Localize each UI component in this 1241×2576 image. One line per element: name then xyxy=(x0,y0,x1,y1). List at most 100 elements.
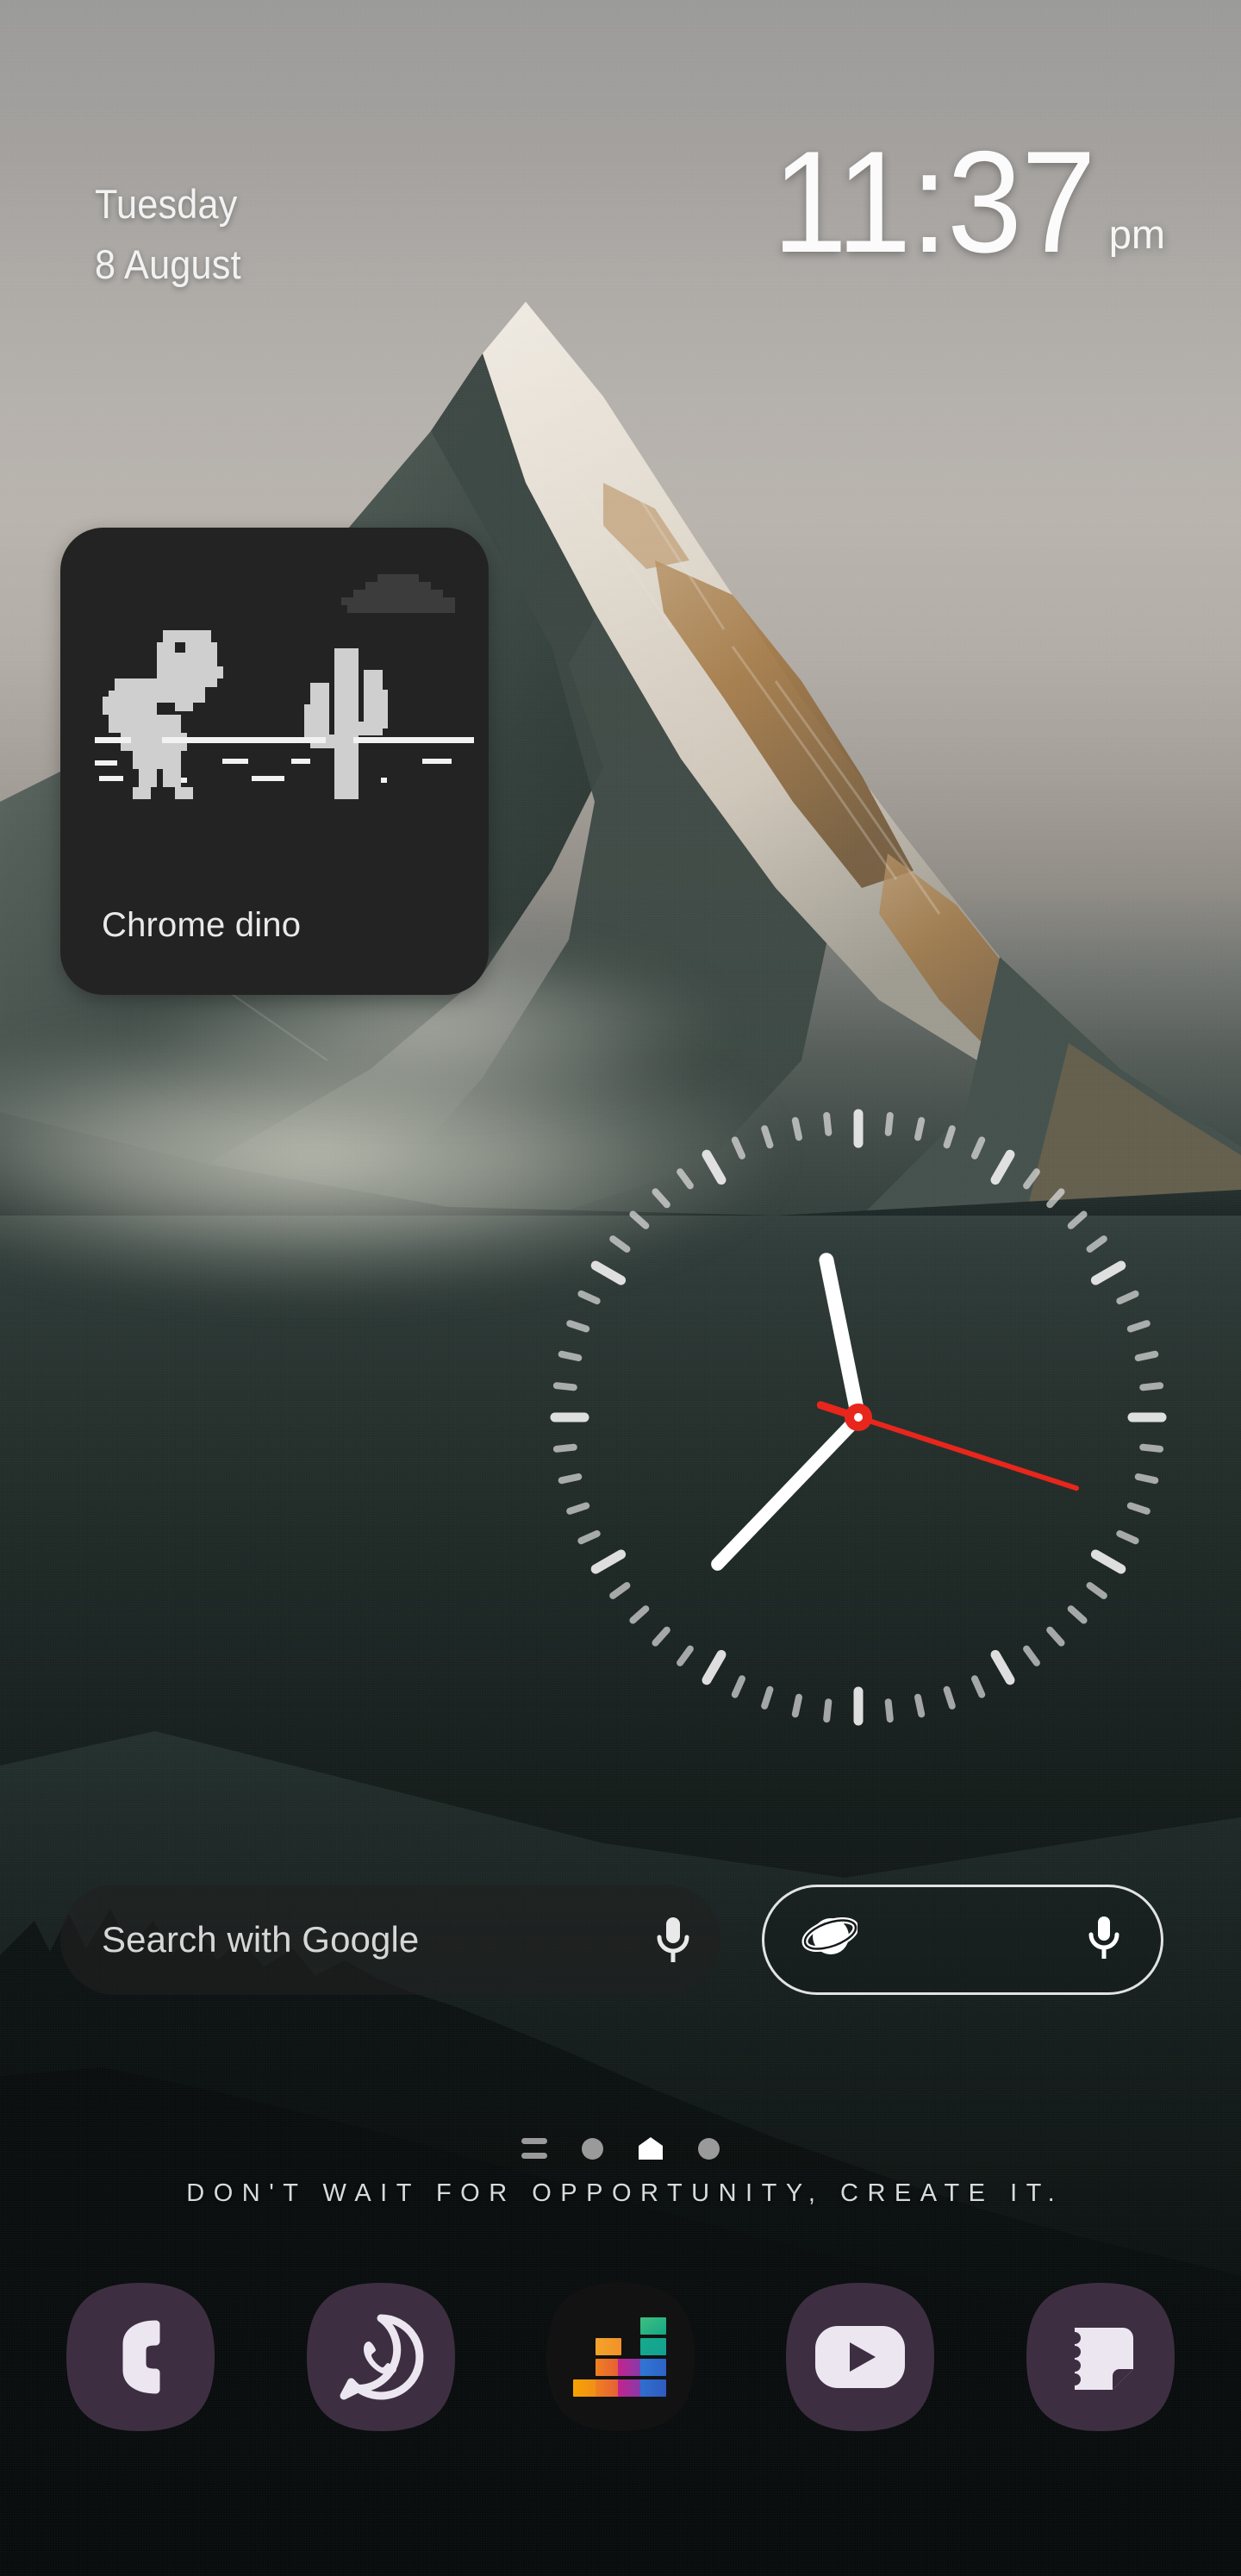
page-indicator-home-active[interactable] xyxy=(638,2135,664,2161)
clock-minute-tick xyxy=(1116,1290,1139,1304)
clock-minute-tick xyxy=(552,1382,577,1391)
clock-minute-tick xyxy=(566,1320,590,1333)
motivational-quote: DON'T WAIT FOR OPPORTUNITY, CREATE IT. xyxy=(186,2179,1064,2207)
clock-minute-tick xyxy=(558,1473,583,1485)
microphone-icon xyxy=(657,1917,689,1962)
analog-clock-widget[interactable] xyxy=(526,1085,1191,1750)
clock-hour-tick xyxy=(1090,1260,1126,1285)
dock-item-phone[interactable] xyxy=(65,2281,216,2433)
dock-item-whatsapp[interactable] xyxy=(305,2281,457,2433)
hour-hand xyxy=(819,1253,866,1425)
clock-minute-tick xyxy=(791,1116,802,1141)
page-indicator-dot-1[interactable] xyxy=(582,2137,603,2160)
home-icon xyxy=(639,2137,663,2160)
google-search-bar[interactable]: Search with Google xyxy=(60,1885,720,1995)
clock-minute-tick xyxy=(552,1443,577,1453)
clock-hour-tick xyxy=(590,1549,627,1574)
browser-mic-button[interactable] xyxy=(1087,1914,1121,1966)
search-input[interactable]: Search with Google xyxy=(102,1919,626,1960)
dino-eye xyxy=(175,642,185,653)
clock-hands xyxy=(711,1253,1079,1571)
page-indicator xyxy=(0,2128,1241,2169)
page-indicator-dot-2[interactable] xyxy=(698,2137,720,2160)
minute-hand xyxy=(711,1410,865,1571)
clock-minute-tick xyxy=(914,1693,926,1718)
clock-hour-tick xyxy=(702,1649,727,1685)
clock-minute-tick xyxy=(558,1350,583,1361)
clock-minute-tick xyxy=(577,1290,601,1304)
ampm-label: pm xyxy=(1108,211,1165,257)
clock-minute-tick xyxy=(971,1675,986,1698)
dock-item-deezer[interactable] xyxy=(545,2281,696,2433)
whatsapp-icon xyxy=(305,2281,457,2433)
dino-widget-label: Chrome dino xyxy=(102,906,302,944)
clock-minute-tick xyxy=(1086,1235,1107,1253)
clock-minute-tick xyxy=(761,1125,774,1149)
clock-hour-tick xyxy=(990,1149,1015,1185)
samsung-internet-button[interactable] xyxy=(801,1913,859,1967)
clock-minute-tick xyxy=(823,1698,833,1723)
clock-minute-tick xyxy=(1086,1582,1107,1599)
clock-minute-tick xyxy=(652,1626,670,1647)
dino-sprite xyxy=(103,630,223,799)
microphone-icon xyxy=(1088,1916,1119,1959)
clock-hour-tick xyxy=(590,1260,627,1285)
clock-minute-tick xyxy=(1139,1382,1164,1391)
clock-hour-tick xyxy=(990,1649,1015,1685)
clock-minute-tick xyxy=(629,1605,650,1624)
date-label: 8 August xyxy=(95,241,241,287)
deezer-icon xyxy=(545,2281,696,2433)
clock-minute-tick xyxy=(566,1502,590,1515)
clock-minute-tick xyxy=(761,1685,774,1710)
clock-hour-tick xyxy=(702,1149,727,1185)
dock-item-youtube[interactable] xyxy=(784,2281,936,2433)
time-block: 11:37 pm xyxy=(748,129,1165,274)
second-hand xyxy=(856,1415,1079,1491)
dock-item-notes[interactable] xyxy=(1025,2281,1176,2433)
clock-center-dot xyxy=(854,1413,863,1422)
clock-minute-tick xyxy=(1134,1350,1159,1361)
clock-minute-tick xyxy=(1067,1210,1088,1229)
notes-icon xyxy=(1025,2281,1176,2433)
clock-minute-tick xyxy=(914,1116,926,1141)
home-screen: Tuesday 8 August 11:37 pm Chrome dino Se… xyxy=(0,0,1241,2576)
clock-hour-tick xyxy=(1090,1549,1126,1574)
clock-minute-tick xyxy=(1023,1168,1040,1190)
clock-minute-tick xyxy=(943,1125,956,1149)
search-mic-button[interactable] xyxy=(626,1915,720,1965)
youtube-icon xyxy=(784,2281,936,2433)
weekday-label: Tuesday xyxy=(95,181,238,227)
clock-minute-tick xyxy=(629,1210,650,1229)
clock-minute-tick xyxy=(731,1675,745,1698)
clock-minute-tick xyxy=(652,1188,670,1209)
date-block: Tuesday 8 August xyxy=(95,174,241,295)
clock-minute-tick xyxy=(677,1168,694,1190)
samsung-internet-icon xyxy=(801,1916,859,1954)
clock-minute-tick xyxy=(884,1111,894,1136)
clock-minute-tick xyxy=(1116,1530,1139,1545)
clock-minute-tick xyxy=(1126,1320,1151,1333)
page-indicator-app-list[interactable] xyxy=(521,2138,547,2159)
cloud-sprite xyxy=(341,574,455,613)
clock-minute-tick xyxy=(884,1698,894,1723)
dino-game-canvas xyxy=(60,528,489,881)
clock-minute-tick xyxy=(823,1111,833,1136)
clock-minute-tick xyxy=(577,1530,601,1545)
clock-minute-tick xyxy=(1046,1626,1065,1647)
clock-minute-tick xyxy=(791,1693,802,1718)
clock-minute-tick xyxy=(677,1645,694,1666)
browser-search-bar[interactable] xyxy=(762,1885,1163,1995)
chrome-dino-widget[interactable]: Chrome dino xyxy=(60,528,489,995)
clock-minute-tick xyxy=(609,1582,631,1599)
clock-minute-tick xyxy=(731,1136,745,1160)
clock-minute-tick xyxy=(1067,1605,1088,1624)
dock xyxy=(0,2262,1241,2452)
clock-minute-tick xyxy=(609,1235,631,1253)
clock-minute-tick xyxy=(1134,1473,1159,1485)
time-label: 11:37 xyxy=(771,121,1096,283)
clock-minute-tick xyxy=(1139,1443,1164,1453)
clock-minute-tick xyxy=(971,1136,986,1160)
home-clock-widget[interactable]: Tuesday 8 August 11:37 pm xyxy=(0,129,1241,328)
clock-minute-tick xyxy=(1046,1188,1065,1209)
search-row: Search with Google xyxy=(0,1885,1241,1997)
